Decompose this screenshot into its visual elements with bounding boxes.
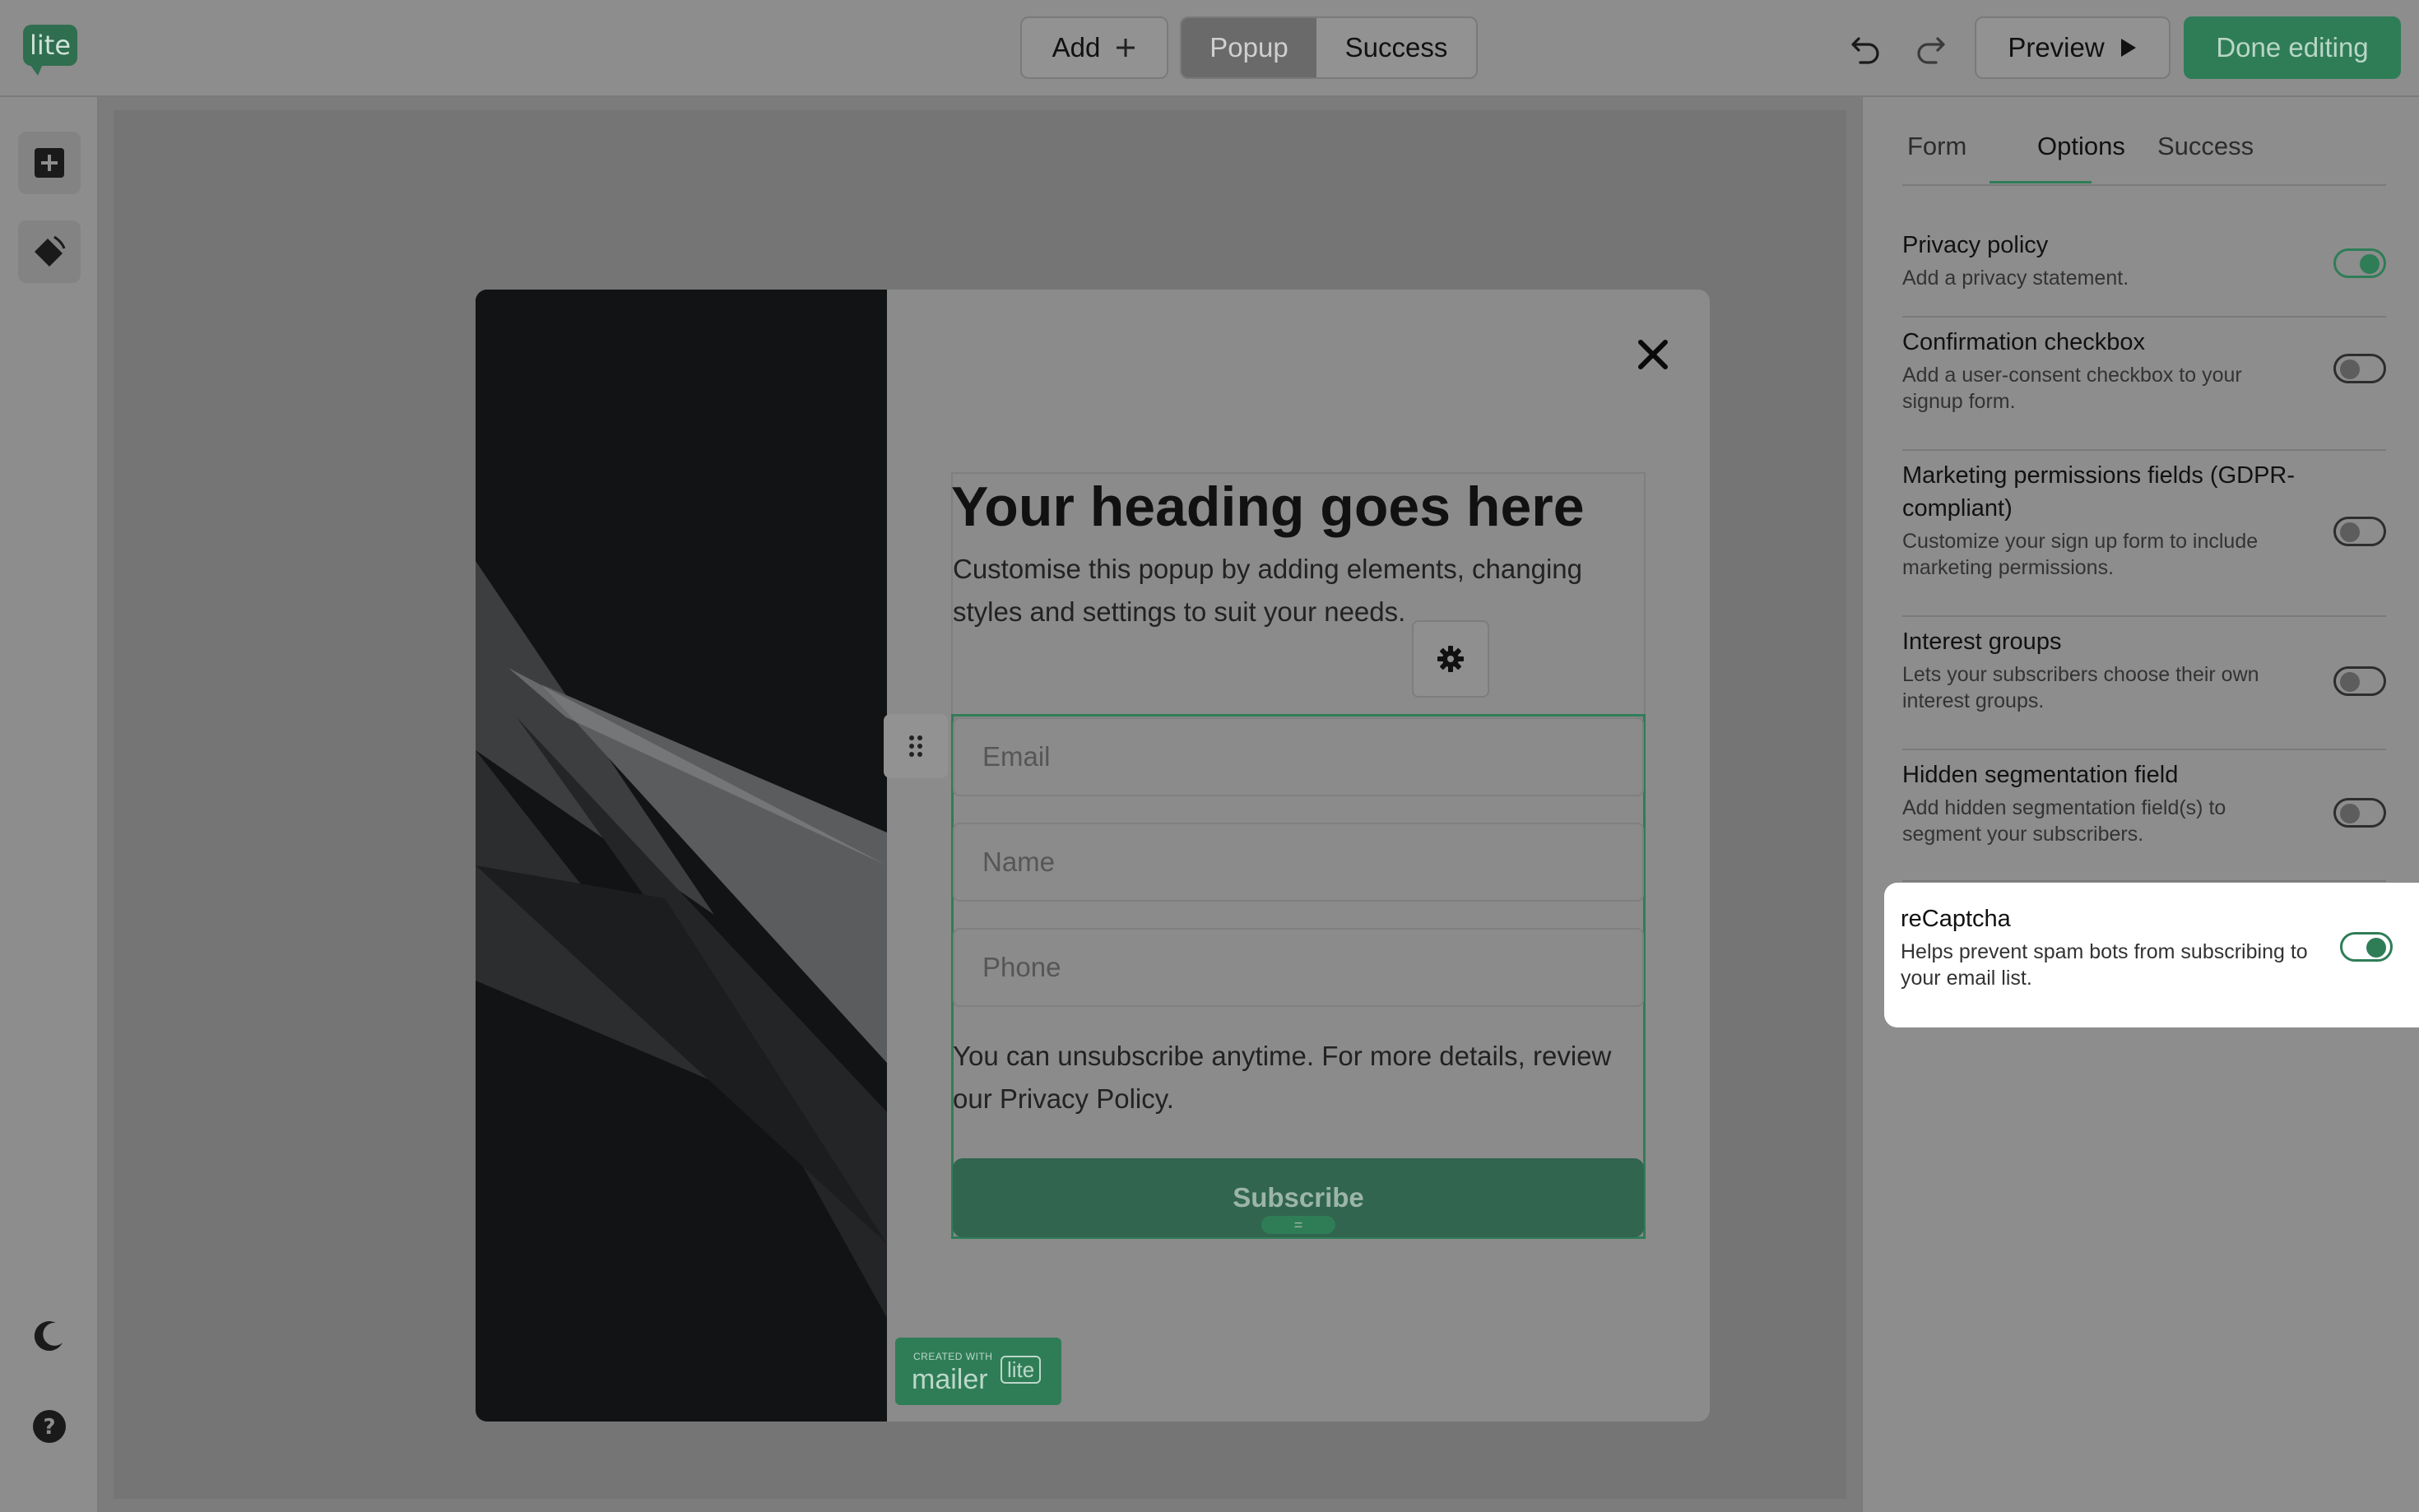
settings-tabs: Form Options Success <box>1902 132 2386 186</box>
option-title: reCaptcha <box>1901 906 2011 932</box>
option-description: Lets your subscribers choose their own i… <box>1902 663 2259 712</box>
toggle-knob <box>2340 672 2360 692</box>
toggle-knob <box>2340 522 2360 542</box>
tab-success[interactable]: Success <box>2157 132 2254 161</box>
popup-heading: Your heading goes here <box>951 475 1585 538</box>
badge-lite: lite <box>1001 1356 1042 1384</box>
option-description: Helps prevent spam bots from subscribing… <box>1901 940 2308 990</box>
active-tab-indicator <box>1990 181 2092 183</box>
resize-grip[interactable]: = <box>1261 1216 1335 1234</box>
abstract-shapes-image <box>476 290 887 1422</box>
option-title: Privacy policy <box>1902 232 2049 258</box>
undo-button[interactable] <box>1843 25 1889 71</box>
top-toolbar: lite Add Popup Success Preview Done edit… <box>0 0 2419 97</box>
option-description: Add a privacy statement. <box>1902 267 2129 290</box>
left-rail: ? <box>0 97 99 1512</box>
email-field[interactable]: Email <box>953 717 1644 796</box>
help-icon: ? <box>33 1410 66 1443</box>
name-field[interactable]: Name <box>953 823 1644 902</box>
view-tab-success[interactable]: Success <box>1316 18 1476 77</box>
plus-square-icon <box>35 148 64 178</box>
recaptcha-toggle[interactable] <box>2340 932 2393 962</box>
settings-panel: Form Options Success Privacy policy Add … <box>1861 97 2419 1512</box>
paint-bucket-icon <box>35 235 66 267</box>
toggle-knob <box>2360 254 2380 274</box>
view-tab-popup[interactable]: Popup <box>1182 18 1316 77</box>
preview-label: Preview <box>2008 32 2105 63</box>
style-button[interactable] <box>18 220 81 283</box>
option-description: Add a user-consent checkbox to your sign… <box>1902 364 2242 413</box>
help-button[interactable]: ? <box>18 1395 81 1458</box>
privacy-policy-toggle[interactable] <box>2333 248 2386 278</box>
option-title: Hidden segmentation field <box>1902 762 2179 788</box>
moon-icon <box>34 1321 63 1352</box>
gear-icon <box>1437 646 1464 672</box>
dark-mode-button[interactable] <box>18 1305 81 1367</box>
popup-preview: Your heading goes here Customise this po… <box>476 290 1710 1422</box>
undo-icon <box>1851 37 1879 64</box>
block-settings-button[interactable] <box>1412 620 1489 698</box>
close-icon[interactable] <box>1634 336 1672 373</box>
hidden-segmentation-toggle[interactable] <box>2333 798 2386 828</box>
option-title: Marketing permissions fields (GDPR-compl… <box>1902 462 2296 522</box>
done-editing-button[interactable]: Done editing <box>2184 16 2401 79</box>
play-icon <box>2120 39 2136 57</box>
option-description: Customize your sign up form to include m… <box>1902 530 2259 579</box>
phone-field[interactable]: Phone <box>953 928 1644 1007</box>
option-interest-groups: Interest groups Lets your subscribers ch… <box>1902 617 2386 750</box>
popup-subtext: Customise this popup by adding elements,… <box>953 554 1582 627</box>
unsubscribe-disclaimer: You can unsubscribe anytime. For more de… <box>953 1041 1612 1114</box>
mailerlite-badge: CREATED WITH mailer lite <box>895 1338 1061 1405</box>
toggle-knob <box>2340 804 2360 823</box>
svg-text:?: ? <box>43 1415 55 1440</box>
confirmation-checkbox-toggle[interactable] <box>2333 354 2386 383</box>
interest-groups-toggle[interactable] <box>2333 666 2386 696</box>
option-confirmation-checkbox: Confirmation checkbox Add a user-consent… <box>1902 318 2386 451</box>
preview-button[interactable]: Preview <box>1975 16 2171 79</box>
option-hidden-segmentation: Hidden segmentation field Add hidden seg… <box>1902 750 2386 882</box>
option-marketing-permissions: Marketing permissions fields (GDPR-compl… <box>1902 451 2386 617</box>
marketing-permissions-toggle[interactable] <box>2333 517 2386 546</box>
drag-handle[interactable] <box>884 714 948 778</box>
plus-icon <box>1117 39 1135 57</box>
toggle-knob <box>2340 359 2360 379</box>
tab-options[interactable]: Options <box>2037 132 2125 161</box>
tab-form[interactable]: Form <box>1907 132 1966 161</box>
view-switch: Popup Success <box>1180 16 1478 79</box>
add-label: Add <box>1052 32 1101 63</box>
add-element-button[interactable]: Add <box>1020 16 1168 79</box>
badge-mailer: mailer <box>912 1364 988 1395</box>
grip-dots-icon <box>909 735 922 757</box>
badge-created-with: CREATED WITH <box>913 1351 993 1362</box>
redo-icon <box>1917 37 1945 64</box>
option-description: Add hidden segmentation field(s) to segm… <box>1902 796 2226 846</box>
option-title: Confirmation checkbox <box>1902 329 2145 355</box>
mailerlite-logo[interactable]: lite <box>23 25 77 76</box>
add-block-button[interactable] <box>18 132 81 194</box>
option-title: Interest groups <box>1902 628 2062 655</box>
popup-image[interactable] <box>476 290 887 1422</box>
toggle-knob <box>2366 938 2386 958</box>
redo-button[interactable] <box>1907 25 1953 71</box>
option-recaptcha: reCaptcha Helps prevent spam bots from s… <box>1901 899 2393 1014</box>
option-privacy-policy: Privacy policy Add a privacy statement. <box>1902 220 2386 318</box>
editor-canvas: Your heading goes here Customise this po… <box>114 110 1846 1499</box>
